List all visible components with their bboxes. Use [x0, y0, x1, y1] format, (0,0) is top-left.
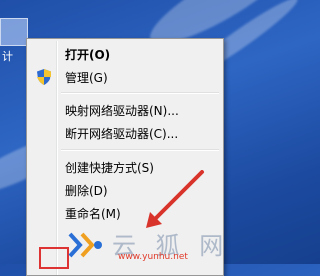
- uac-shield-icon: [37, 69, 51, 85]
- computer-desktop-icon[interactable]: [0, 18, 28, 46]
- menu-item-manage[interactable]: 管理(G): [29, 66, 221, 88]
- desktop-icon-label[interactable]: 计: [2, 48, 13, 64]
- menu-separator: [61, 92, 219, 94]
- menu-item-label: 断开网络驱动器(C)...: [65, 127, 179, 141]
- watermark-url: www.yunhu.net: [118, 252, 188, 262]
- menu-item-open[interactable]: 打开(O): [29, 43, 221, 65]
- menu-item-label: 重命名(M): [65, 207, 121, 221]
- watermark: 云 狐 网 www.yunhu.net: [60, 226, 247, 264]
- menu-item-label: 管理(G): [65, 71, 108, 85]
- menu-item-label: 打开(O): [65, 48, 111, 62]
- menu-item-label: 映射网络驱动器(N)...: [65, 104, 179, 118]
- yunhu-logo-icon: [68, 232, 102, 258]
- menu-item-disconnect-network-drive[interactable]: 断开网络驱动器(C)...: [29, 122, 221, 144]
- menu-separator: [61, 149, 219, 151]
- annotation-arrow-icon: [146, 170, 204, 228]
- menu-item-label: 删除(D): [65, 184, 108, 198]
- menu-item-map-network-drive[interactable]: 映射网络驱动器(N)...: [29, 99, 221, 121]
